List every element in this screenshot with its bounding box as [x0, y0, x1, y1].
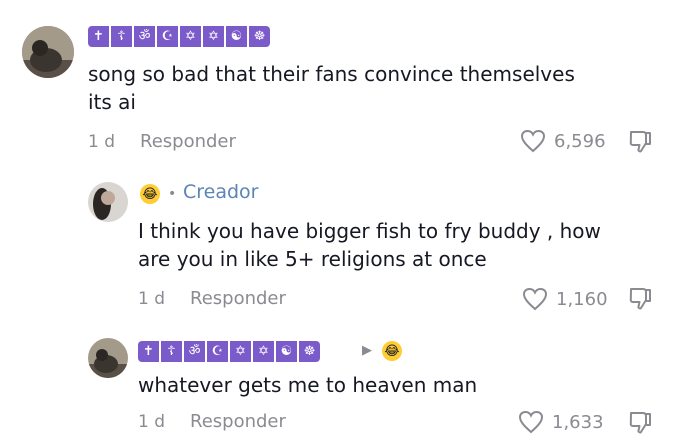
- om-icon: ॐ: [134, 26, 155, 47]
- om-icon: ॐ: [184, 341, 205, 362]
- thumbs-down-icon: [629, 131, 651, 153]
- heart-outline-icon: [520, 129, 546, 153]
- yin-yang-icon: ☯: [226, 26, 247, 47]
- star-of-david-icon: ✡: [253, 341, 274, 362]
- comment-text-line: its ai: [88, 90, 136, 114]
- reply-arrow-icon: ▶: [362, 343, 372, 358]
- cross-icon: ✝: [138, 341, 159, 362]
- like-count: 1,633: [552, 411, 604, 433]
- like-button[interactable]: 1,160: [522, 287, 608, 311]
- avatar[interactable]: [22, 26, 74, 78]
- comment-text: song so bad that their fans convince the…: [88, 60, 658, 116]
- like-count: 6,596: [554, 130, 606, 152]
- comment-text: whatever gets me to heaven man: [138, 371, 668, 399]
- dislike-button[interactable]: [628, 129, 652, 159]
- heart-outline-icon: [522, 287, 548, 311]
- thumbs-down-icon: [629, 288, 651, 310]
- dislike-button[interactable]: [628, 410, 652, 440]
- avatar[interactable]: [88, 182, 128, 222]
- yin-yang-icon: ☯: [276, 341, 297, 362]
- laughing-emoji-icon: 😂: [382, 341, 402, 361]
- heart-outline-icon: [518, 410, 544, 434]
- comment-text-line: are you in like 5+ religions at once: [138, 247, 487, 271]
- like-count: 1,160: [556, 288, 608, 310]
- orthodox-cross-icon: ☦: [111, 26, 132, 47]
- star-of-david-icon: ✡: [203, 26, 224, 47]
- timestamp: 1 d: [138, 412, 166, 432]
- cross-icon: ✝: [88, 26, 109, 47]
- thumbs-down-icon: [629, 412, 651, 434]
- comment-text: I think you have bigger fish to fry budd…: [138, 217, 668, 273]
- laughing-emoji-icon: 😂: [140, 184, 160, 204]
- timestamp: 1 d: [88, 132, 116, 152]
- crescent-star-icon: ☪: [157, 26, 178, 47]
- creator-label: Creador: [183, 181, 259, 203]
- religion-badges: ✝ ☦ ॐ ☪ ✡ ✡ ☯ ☸: [88, 26, 270, 47]
- reply-button[interactable]: Responder: [190, 411, 286, 432]
- separator-dot: •: [168, 186, 177, 202]
- star-of-david-icon: ✡: [230, 341, 251, 362]
- crescent-star-icon: ☪: [207, 341, 228, 362]
- timestamp: 1 d: [138, 289, 166, 309]
- reply-button[interactable]: Responder: [190, 288, 286, 309]
- avatar[interactable]: [88, 338, 128, 378]
- orthodox-cross-icon: ☦: [161, 341, 182, 362]
- like-button[interactable]: 1,633: [518, 410, 604, 434]
- reply-button[interactable]: Responder: [140, 131, 236, 152]
- comment-text-line: whatever gets me to heaven man: [138, 373, 478, 397]
- religion-badges: ✝ ☦ ॐ ☪ ✡ ✡ ☯ ☸: [138, 341, 320, 362]
- comment-text-line: I think you have bigger fish to fry budd…: [138, 219, 601, 243]
- star-of-david-icon: ✡: [180, 26, 201, 47]
- dharma-wheel-icon: ☸: [249, 26, 270, 47]
- like-button[interactable]: 6,596: [520, 129, 606, 153]
- comment-text-line: song so bad that their fans convince the…: [88, 62, 575, 86]
- dislike-button[interactable]: [628, 286, 652, 316]
- dharma-wheel-icon: ☸: [299, 341, 320, 362]
